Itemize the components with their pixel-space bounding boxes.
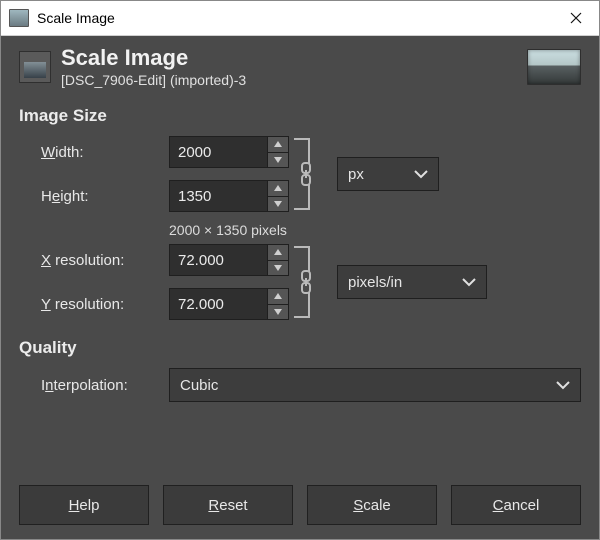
y-resolution-field[interactable] — [170, 289, 267, 319]
scale-image-icon — [19, 51, 51, 83]
dialog-subtitle: [DSC_7906-Edit] (imported)-3 — [61, 72, 246, 88]
size-linked-group: Width: Height: — [41, 136, 581, 212]
section-quality-title: Quality — [19, 338, 581, 358]
resolution-aspect-lock[interactable] — [294, 246, 318, 318]
scale-button[interactable]: Scale — [307, 485, 437, 525]
close-button[interactable] — [553, 1, 599, 35]
help-button[interactable]: Help — [19, 485, 149, 525]
chevron-down-icon — [414, 169, 428, 179]
dialog-title: Scale Image — [61, 46, 246, 70]
chain-link-icon — [298, 270, 314, 294]
x-res-step-up[interactable] — [268, 245, 288, 260]
x-resolution-label: X resolution: — [41, 252, 169, 269]
width-field[interactable] — [170, 137, 267, 167]
size-unit-dropdown[interactable]: px — [337, 157, 439, 191]
y-res-step-up[interactable] — [268, 289, 288, 304]
interpolation-dropdown[interactable]: Cubic — [169, 368, 581, 402]
chevron-down-icon — [556, 380, 570, 390]
titlebar[interactable]: Scale Image — [1, 1, 599, 36]
size-aspect-lock[interactable] — [294, 138, 318, 210]
height-input[interactable] — [169, 180, 289, 212]
interpolation-label: Interpolation: — [41, 377, 169, 394]
height-field[interactable] — [170, 181, 267, 211]
height-label: Height: — [41, 188, 169, 205]
reset-button[interactable]: Reset — [163, 485, 293, 525]
y-resolution-label: Y resolution: — [41, 296, 169, 313]
chevron-down-icon — [462, 277, 476, 287]
app-icon — [9, 9, 29, 27]
width-label: Width: — [41, 144, 169, 161]
x-resolution-input[interactable] — [169, 244, 289, 276]
height-step-up[interactable] — [268, 181, 288, 196]
scale-image-dialog: Scale Image Scale Image [DSC_7906-Edit] … — [0, 0, 600, 540]
dimension-readout: 2000 × 1350 pixels — [169, 222, 581, 238]
window-title: Scale Image — [37, 10, 553, 26]
y-resolution-input[interactable] — [169, 288, 289, 320]
resolution-unit-dropdown[interactable]: pixels/in — [337, 265, 487, 299]
width-step-down[interactable] — [268, 152, 288, 168]
x-res-step-down[interactable] — [268, 260, 288, 276]
x-resolution-field[interactable] — [170, 245, 267, 275]
chain-link-icon — [298, 162, 314, 186]
dialog-button-bar: Help Reset Scale Cancel — [19, 471, 581, 539]
width-input[interactable] — [169, 136, 289, 168]
height-step-down[interactable] — [268, 196, 288, 212]
close-icon — [570, 12, 582, 24]
dialog-header: Scale Image [DSC_7906-Edit] (imported)-3 — [19, 36, 581, 100]
width-step-up[interactable] — [268, 137, 288, 152]
y-res-step-down[interactable] — [268, 304, 288, 320]
resolution-linked-group: X resolution: Y resolution: — [41, 244, 581, 320]
section-image-size-title: Image Size — [19, 106, 581, 126]
image-thumbnail — [527, 49, 581, 85]
dialog-content: Scale Image [DSC_7906-Edit] (imported)-3… — [1, 36, 599, 539]
cancel-button[interactable]: Cancel — [451, 485, 581, 525]
